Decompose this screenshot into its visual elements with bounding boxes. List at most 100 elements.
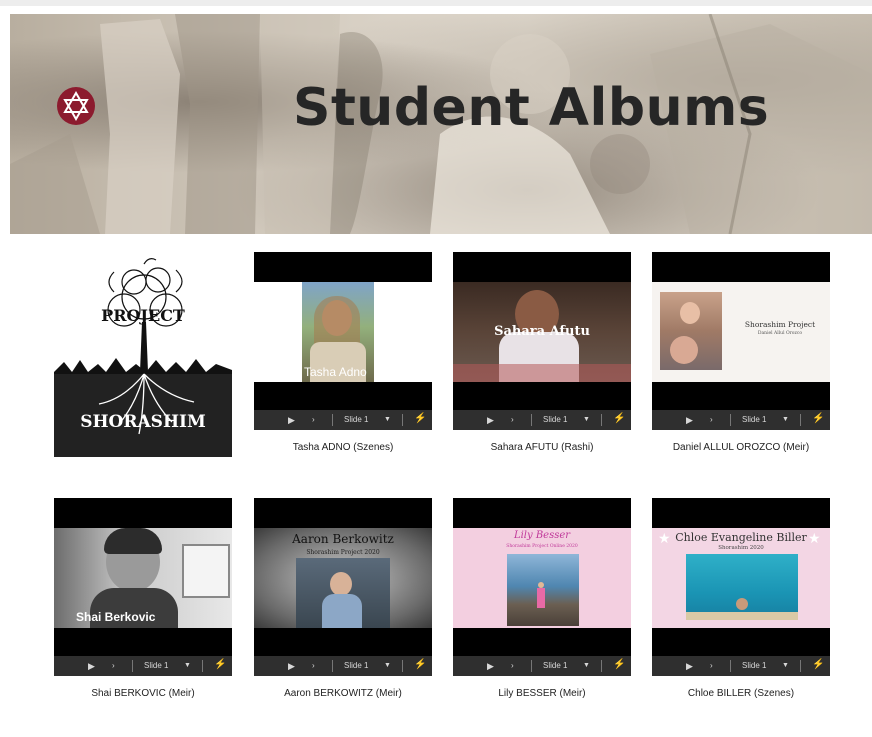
divider xyxy=(730,414,731,426)
lightning-icon[interactable]: ⚡ xyxy=(613,660,625,670)
album-caption[interactable]: Sahara AFUTU (Rashi) xyxy=(442,442,642,453)
play-icon[interactable]: ▶ xyxy=(288,661,295,671)
slideshow-controls: ▶ › Slide 1 ▼ ⚡ xyxy=(652,656,830,676)
album-caption[interactable]: Aaron BERKOWITZ (Meir) xyxy=(243,688,443,699)
slide-overlay-subtitle: Shorashim Project Online 2020 xyxy=(506,544,578,549)
slide-selector-label[interactable]: Slide 1 xyxy=(144,661,168,671)
star-of-david-icon xyxy=(57,87,95,125)
chevron-down-icon[interactable]: ▼ xyxy=(583,661,590,671)
slide-preview: Aaron Berkowitz Shorashim Project 2020 xyxy=(254,528,432,628)
play-icon[interactable]: ▶ xyxy=(288,415,295,425)
album-thumbnail-sahara-afutu[interactable]: Sahara Afutu ▶ › Slide 1 ▼ ⚡ xyxy=(453,252,631,430)
next-icon[interactable]: › xyxy=(112,661,115,671)
slide-overlay-name: Aaron Berkowitz xyxy=(292,532,394,546)
album-thumbnail-daniel-allul-orozco[interactable]: Shorashim Project Daniel Allul Orozco ▶ … xyxy=(652,252,830,430)
next-icon[interactable]: › xyxy=(312,415,315,425)
slideshow-controls: ▶ › Slide 1 ▼ ⚡ xyxy=(254,656,432,676)
chevron-down-icon[interactable]: ▼ xyxy=(384,661,391,671)
slide-selector-label[interactable]: Slide 1 xyxy=(543,415,567,425)
page-title: Student Albums xyxy=(293,78,770,138)
album-caption[interactable]: Lily BESSER (Meir) xyxy=(442,688,642,699)
lightning-icon[interactable]: ⚡ xyxy=(812,660,824,670)
slide-overlay-name: Shai Berkovic xyxy=(76,610,156,624)
divider xyxy=(402,660,403,672)
slide-overlay-name: Chloe Evangeline Biller xyxy=(675,531,807,544)
slide-overlay-subtitle: Daniel Allul Orozco xyxy=(757,331,803,336)
slide-overlay-name: Sahara Afutu xyxy=(494,324,590,339)
album-caption[interactable]: Shai BERKOVIC (Meir) xyxy=(43,688,243,699)
divider xyxy=(800,414,801,426)
album-caption[interactable]: Chloe BILLER (Szenes) xyxy=(641,688,841,699)
lightning-icon[interactable]: ⚡ xyxy=(414,660,426,670)
top-bar xyxy=(0,0,872,6)
next-icon[interactable]: › xyxy=(312,661,315,671)
slide-preview: Tasha Adno xyxy=(254,282,432,382)
next-icon[interactable]: › xyxy=(511,415,514,425)
slide-selector-label[interactable]: Slide 1 xyxy=(344,661,368,671)
play-icon[interactable]: ▶ xyxy=(686,661,693,671)
logo-line-project: PROJECT xyxy=(101,306,185,325)
student-photo xyxy=(660,292,722,370)
next-icon[interactable]: › xyxy=(511,661,514,671)
hero-banner: Student Albums xyxy=(10,14,872,234)
album-thumbnail-aaron-berkowitz[interactable]: Aaron Berkowitz Shorashim Project 2020 ▶… xyxy=(254,498,432,676)
album-thumbnail-shai-berkovic[interactable]: Shai Berkovic ▶ › Slide 1 ▼ ⚡ xyxy=(54,498,232,676)
slide-overlay-name: Tasha Adno xyxy=(304,365,367,379)
divider xyxy=(601,660,602,672)
slideshow-controls: ▶ › Slide 1 ▼ ⚡ xyxy=(54,656,232,676)
slideshow-controls: ▶ › Slide 1 ▼ ⚡ xyxy=(453,410,631,430)
divider xyxy=(531,414,532,426)
album-caption[interactable]: Tasha ADNO (Szenes) xyxy=(243,442,443,453)
lightning-icon[interactable]: ⚡ xyxy=(613,414,625,424)
play-icon[interactable]: ▶ xyxy=(88,661,95,671)
lightning-icon[interactable]: ⚡ xyxy=(214,660,226,670)
slide-preview: Shorashim Project Daniel Allul Orozco xyxy=(652,282,830,382)
window-in-photo xyxy=(182,544,230,598)
slideshow-controls: ▶ › Slide 1 ▼ ⚡ xyxy=(254,410,432,430)
next-icon[interactable]: › xyxy=(710,661,713,671)
lightning-icon[interactable]: ⚡ xyxy=(812,414,824,424)
album-caption[interactable]: Daniel ALLUL OROZCO (Meir) xyxy=(641,442,841,453)
divider xyxy=(531,660,532,672)
divider xyxy=(800,660,801,672)
divider xyxy=(402,414,403,426)
divider xyxy=(132,660,133,672)
chevron-down-icon[interactable]: ▼ xyxy=(384,415,391,425)
slide-selector-label[interactable]: Slide 1 xyxy=(344,415,368,425)
slide-preview: ★ ★ Chloe Evangeline Biller Shorashim 20… xyxy=(652,528,830,628)
divider xyxy=(601,414,602,426)
play-icon[interactable]: ▶ xyxy=(487,661,494,671)
student-photo xyxy=(296,558,390,628)
album-thumbnail-lily-besser[interactable]: Lily Besser Shorashim Project Online 202… xyxy=(453,498,631,676)
next-icon[interactable]: › xyxy=(710,415,713,425)
album-thumbnail-chloe-biller[interactable]: ★ ★ Chloe Evangeline Biller Shorashim 20… xyxy=(652,498,830,676)
slide-preview: Lily Besser Shorashim Project Online 202… xyxy=(453,528,631,628)
chevron-down-icon[interactable]: ▼ xyxy=(583,415,590,425)
divider xyxy=(332,660,333,672)
slide-selector-label[interactable]: Slide 1 xyxy=(543,661,567,671)
slideshow-controls: ▶ › Slide 1 ▼ ⚡ xyxy=(652,410,830,430)
slide-overlay-subtitle: Shorashim Project 2020 xyxy=(306,549,380,556)
slide-selector-label[interactable]: Slide 1 xyxy=(742,661,766,671)
chevron-down-icon[interactable]: ▼ xyxy=(184,661,191,671)
student-photo xyxy=(686,554,798,620)
project-shorashim-logo[interactable]: PROJECT SHORASHIM xyxy=(54,252,232,457)
student-photo xyxy=(507,554,579,626)
divider xyxy=(730,660,731,672)
slideshow-controls: ▶ › Slide 1 ▼ ⚡ xyxy=(453,656,631,676)
slide-preview: Sahara Afutu xyxy=(453,282,631,382)
slide-overlay-subtitle: Shorashim 2020 xyxy=(718,545,764,551)
slide-overlay-name: Lily Besser xyxy=(513,530,571,541)
lightning-icon[interactable]: ⚡ xyxy=(414,414,426,424)
album-thumbnail-tasha-adno[interactable]: Tasha Adno ▶ › Slide 1 ▼ ⚡ xyxy=(254,252,432,430)
chevron-down-icon[interactable]: ▼ xyxy=(782,415,789,425)
chevron-down-icon[interactable]: ▼ xyxy=(782,661,789,671)
slide-overlay-title: Shorashim Project xyxy=(744,320,816,329)
divider xyxy=(202,660,203,672)
slide-preview: Shai Berkovic xyxy=(54,528,232,628)
play-icon[interactable]: ▶ xyxy=(487,415,494,425)
play-icon[interactable]: ▶ xyxy=(686,415,693,425)
logo-line-shorashim: SHORASHIM xyxy=(80,412,206,432)
divider xyxy=(332,414,333,426)
slide-selector-label[interactable]: Slide 1 xyxy=(742,415,766,425)
